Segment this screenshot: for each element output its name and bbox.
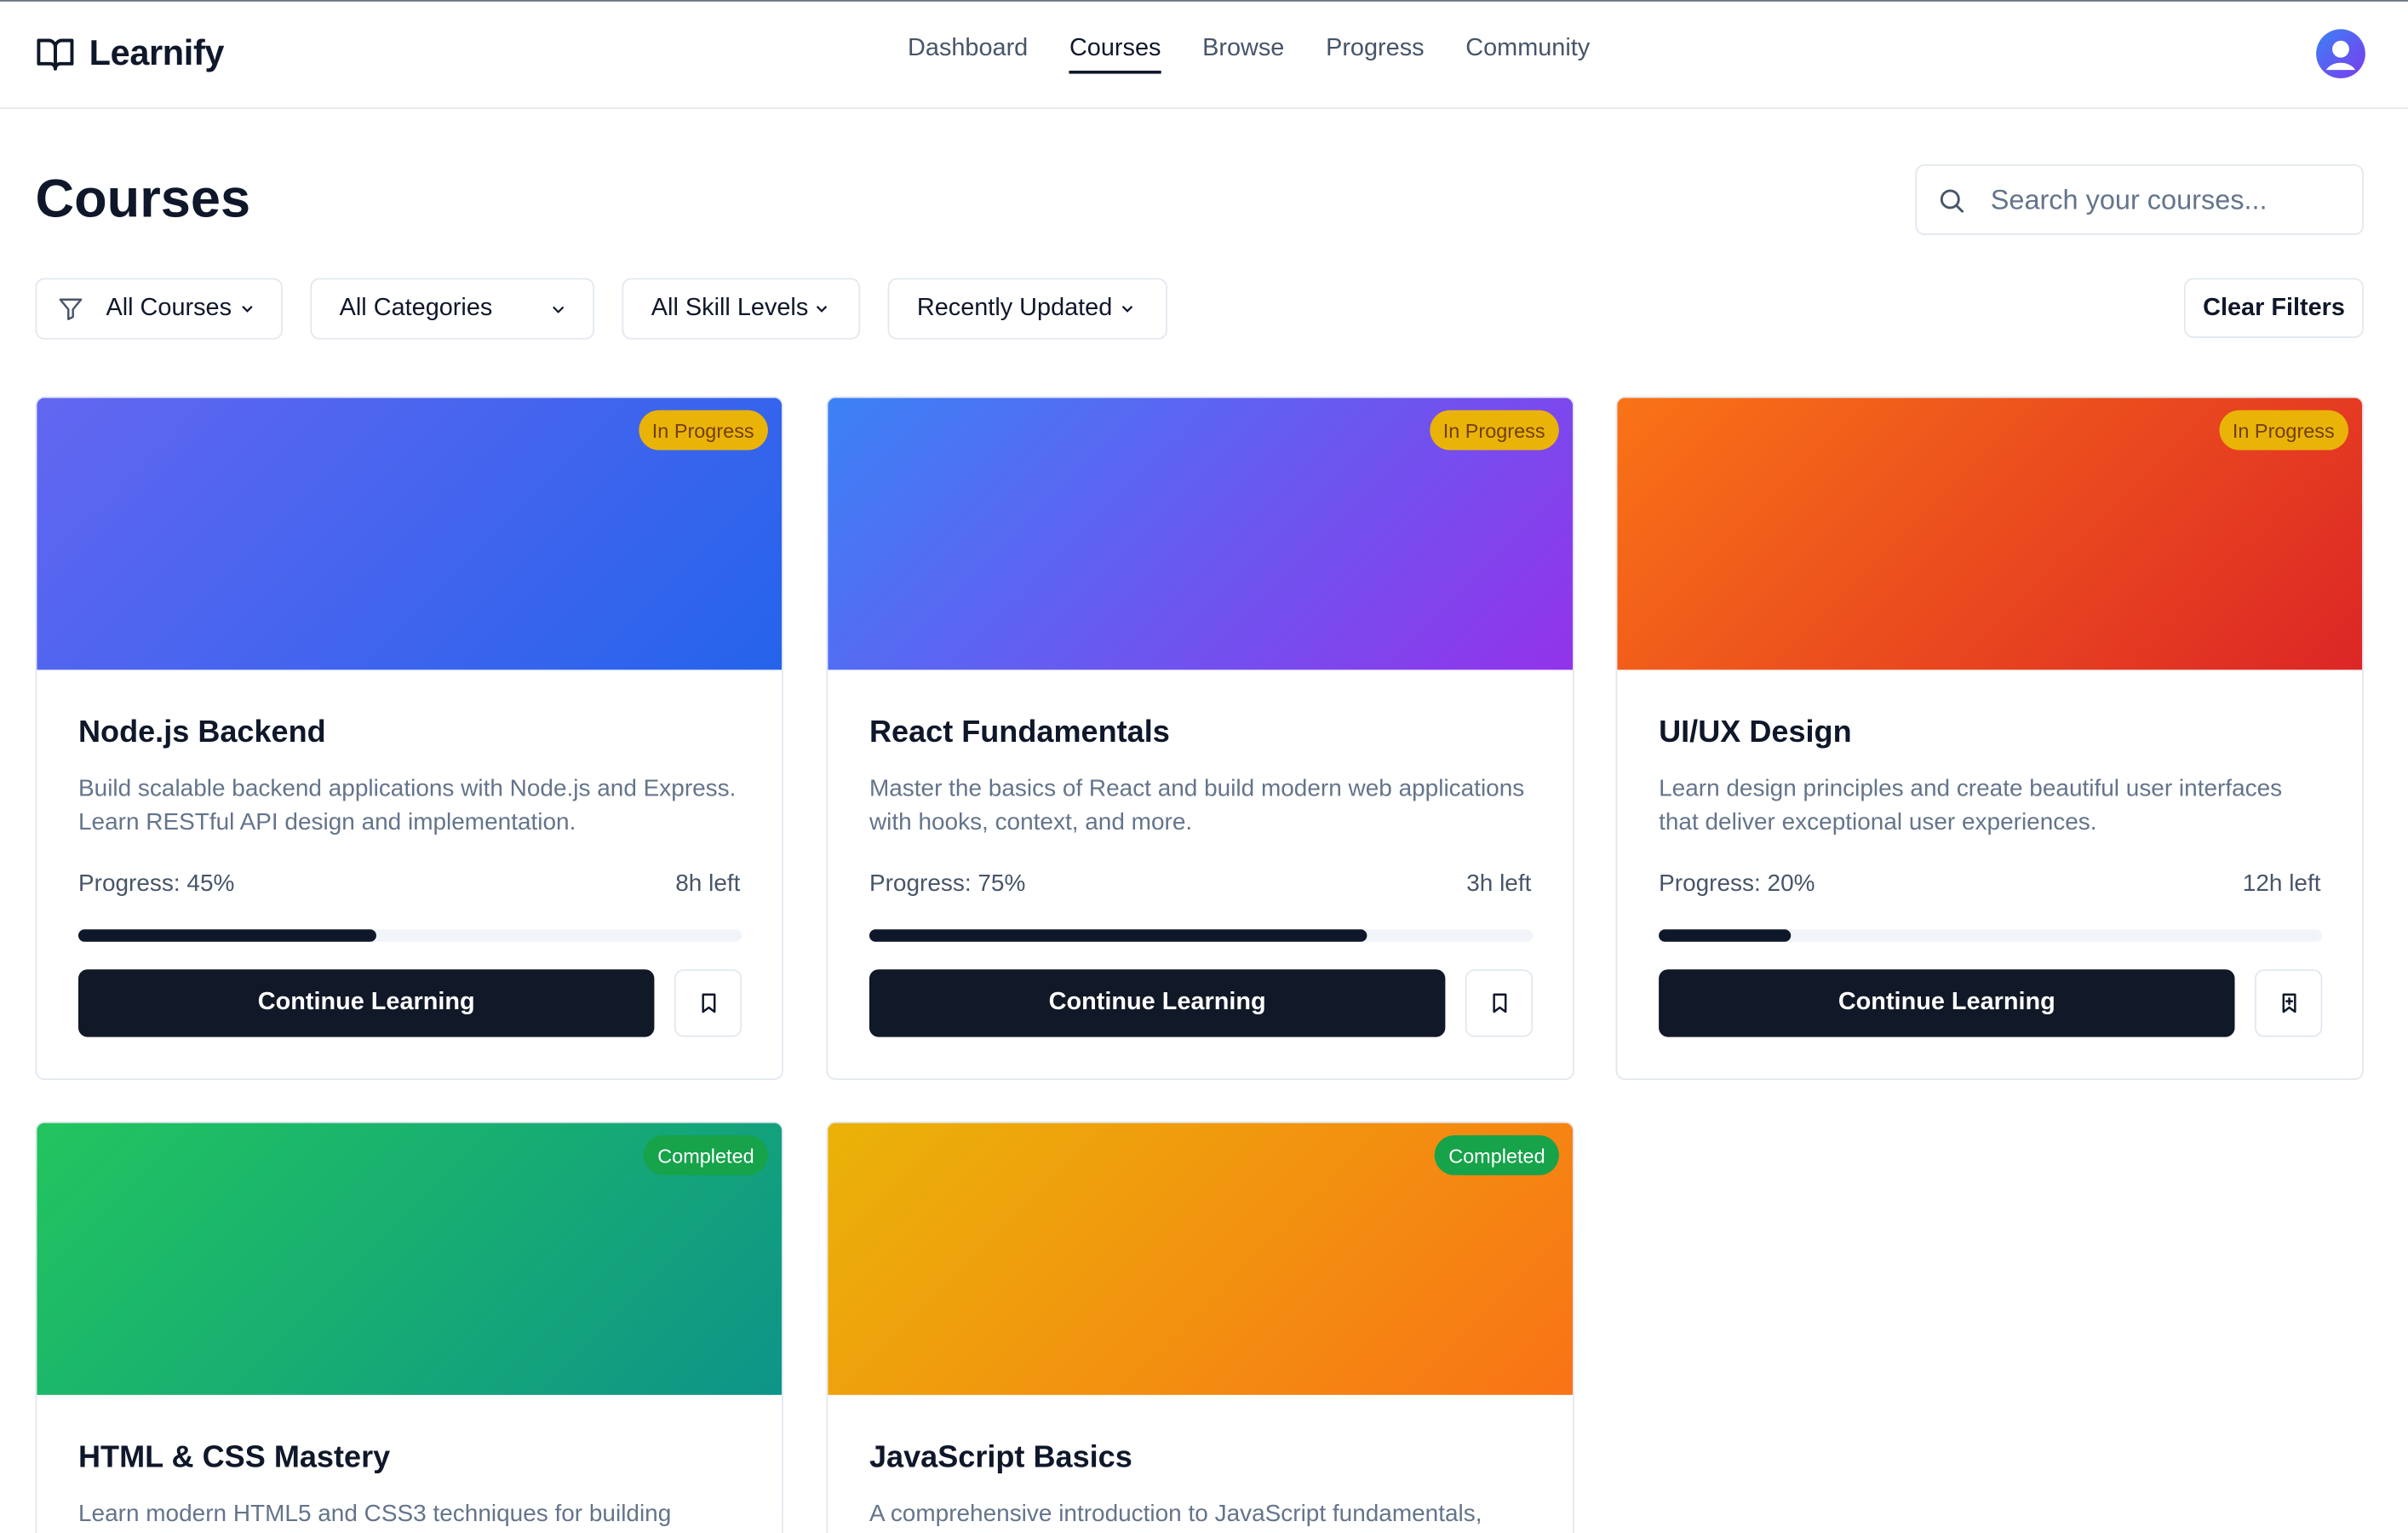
search-icon: [1940, 188, 1964, 212]
chevron-down-icon: [241, 306, 253, 313]
skill-level-filter-dropdown[interactable]: All Skill Levels: [622, 278, 861, 340]
main-nav: Dashboard Courses Browse Progress Commun…: [908, 35, 1590, 74]
bookmark-button[interactable]: [2254, 969, 2323, 1037]
sort-label: Recently Updated: [916, 295, 1113, 321]
course-card: Completed JavaScript Basics A comprehens…: [826, 1121, 1574, 1533]
search-input[interactable]: [1987, 181, 2348, 218]
progress-label: Progress: 75%: [869, 870, 1026, 898]
progress-bar-fill: [1659, 929, 1792, 942]
brand-logo[interactable]: Learnify: [35, 32, 224, 74]
status-filter-dropdown[interactable]: All Courses: [35, 278, 283, 340]
course-banner[interactable]: In Progress: [828, 398, 1574, 670]
continue-learning-button[interactable]: Continue Learning: [869, 969, 1446, 1037]
course-description: Learn modern HTML5 and CSS3 techniques f…: [77, 1501, 672, 1527]
progress-label: Progress: 45%: [77, 870, 235, 898]
category-filter-dropdown[interactable]: All Categories: [310, 278, 595, 340]
course-banner[interactable]: Completed: [828, 1122, 1574, 1395]
course-description: A comprehensive introduction to JavaScri…: [869, 1501, 1482, 1527]
course-description: Learn design principles and create beaut…: [1659, 775, 2283, 836]
course-title[interactable]: JavaScript Basics: [869, 1441, 1132, 1476]
user-avatar[interactable]: [2316, 29, 2365, 78]
nav-browse[interactable]: Browse: [1202, 35, 1284, 73]
progress-bar-fill: [869, 929, 1367, 942]
course-card: In Progress Node.js Backend Build scalab…: [35, 396, 783, 1081]
page-title: Courses: [35, 169, 251, 229]
nav-courses[interactable]: Courses: [1069, 35, 1161, 74]
progress-bar-fill: [77, 929, 377, 942]
time-left: 3h left: [1466, 870, 1532, 898]
bookmark-button[interactable]: [1465, 969, 1534, 1037]
nav-community[interactable]: Community: [1465, 35, 1590, 73]
sort-dropdown[interactable]: Recently Updated: [887, 278, 1167, 340]
course-title[interactable]: React Fundamentals: [869, 716, 1170, 751]
status-badge: Completed: [1434, 1135, 1559, 1175]
chevron-down-icon: [552, 305, 564, 313]
user-icon: [2325, 40, 2356, 71]
time-left: 8h left: [675, 870, 741, 898]
course-description: Build scalable backend applications with…: [77, 775, 737, 836]
course-title[interactable]: Node.js Backend: [78, 716, 326, 751]
status-badge: In Progress: [638, 410, 768, 451]
course-card: In Progress React Fundamentals Master th…: [826, 396, 1574, 1081]
continue-learning-button[interactable]: Continue Learning: [1659, 969, 2235, 1037]
continue-learning-button[interactable]: Continue Learning: [77, 969, 655, 1037]
brand-name: Learnify: [89, 32, 225, 72]
course-title[interactable]: UI/UX Design: [1659, 716, 1852, 751]
course-title[interactable]: HTML & CSS Mastery: [78, 1441, 390, 1476]
course-card: In Progress UI/UX Design Learn design pr…: [1615, 396, 2365, 1081]
chevron-down-icon: [1122, 306, 1133, 313]
course-banner[interactable]: In Progress: [37, 398, 783, 670]
search-box: [1915, 164, 2365, 235]
bookmark-icon: [701, 993, 715, 1013]
filter-icon: [59, 298, 83, 320]
progress-bar: [1659, 929, 2323, 942]
course-card: Completed HTML & CSS Mastery Learn moder…: [35, 1121, 783, 1533]
status-badge: In Progress: [1429, 410, 1559, 451]
bookmark-icon: [1492, 993, 1506, 1013]
course-banner[interactable]: In Progress: [1617, 398, 2363, 670]
book-open-icon: [37, 37, 74, 70]
course-description: Master the basics of React and build mod…: [869, 775, 1525, 836]
nav-progress[interactable]: Progress: [1326, 35, 1424, 73]
time-left: 12h left: [2242, 870, 2321, 898]
progress-bar: [869, 929, 1534, 942]
category-filter-label: All Categories: [339, 295, 493, 321]
status-badge: In Progress: [2218, 410, 2349, 451]
bookmark-added-icon: [2281, 993, 2296, 1013]
chevron-down-icon: [817, 306, 828, 313]
status-badge: Completed: [644, 1135, 768, 1175]
course-banner[interactable]: Completed: [37, 1122, 783, 1395]
nav-dashboard[interactable]: Dashboard: [908, 35, 1028, 73]
bookmark-button[interactable]: [674, 969, 742, 1037]
status-filter-label: All Courses: [106, 295, 232, 321]
top-navbar: Learnify Dashboard Courses Browse Progre…: [0, 2, 2408, 110]
clear-filters-button[interactable]: Clear Filters: [2184, 278, 2365, 338]
app-frame: Learnify Dashboard Courses Browse Progre…: [0, 0, 2408, 1533]
skill-level-filter-label: All Skill Levels: [651, 295, 809, 321]
progress-bar: [77, 929, 742, 942]
progress-label: Progress: 20%: [1659, 870, 1815, 898]
